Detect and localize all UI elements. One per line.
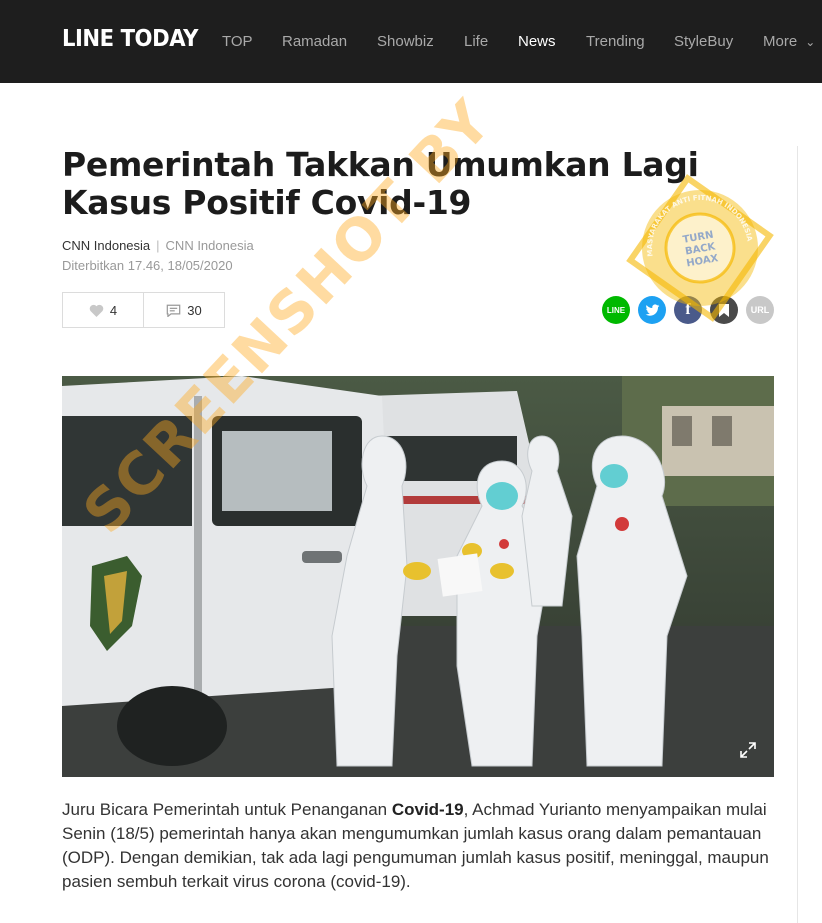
comment-icon [166, 304, 181, 317]
seal-word-2: BACK [684, 241, 717, 257]
publish-date: Diterbitkan 17.46, 18/05/2020 [62, 258, 233, 273]
nav-item-ramadan[interactable]: Ramadan [282, 33, 347, 50]
nav-item-more[interactable]: More ⌄ [763, 33, 815, 50]
expand-image-icon[interactable] [740, 742, 756, 758]
share-facebook-button[interactable]: f [674, 296, 702, 324]
comment-count: 30 [187, 302, 202, 318]
nav-item-news[interactable]: News [518, 33, 556, 50]
nav-item-top[interactable]: TOP [222, 33, 253, 50]
url-icon: URL [750, 305, 770, 315]
comment-button[interactable]: 30 [143, 293, 224, 327]
line-icon: LINE [606, 305, 626, 315]
article-photo-illustration [62, 376, 774, 777]
facebook-icon: f [685, 301, 691, 318]
like-count: 4 [109, 302, 118, 318]
seal-word-1: TURN [682, 230, 714, 246]
copy-url-button[interactable]: URL [746, 296, 774, 324]
reaction-bar: 4 30 [62, 292, 225, 328]
nav-item-trending[interactable]: Trending [586, 33, 645, 50]
seal-word-3: HOAX [686, 253, 720, 269]
sidebar-divider [797, 146, 798, 923]
bookmark-button[interactable] [710, 296, 738, 324]
article-source[interactable]: CNN Indonesia [62, 238, 150, 253]
like-button[interactable]: 4 [63, 293, 143, 327]
body-text-before: Juru Bicara Pemerintah untuk Penanganan [62, 800, 392, 819]
article-source-line: CNN Indonesia | CNN Indonesia [62, 238, 254, 253]
nav-item-showbiz[interactable]: Showbiz [377, 33, 434, 50]
nav-item-life[interactable]: Life [464, 33, 488, 50]
twitter-icon [645, 303, 659, 316]
article-title: Pemerintah Takkan Umumkan Lagi Kasus Pos… [62, 145, 699, 222]
chevron-down-icon: ⌄ [805, 35, 816, 49]
article-body-paragraph: Juru Bicara Pemerintah untuk Penanganan … [62, 798, 774, 894]
heart-icon [89, 304, 104, 317]
nav-more-label: More [763, 33, 798, 50]
nav-item-stylebuy[interactable]: StyleBuy [674, 33, 733, 50]
top-navigation-bar: LINE TODAY TOP Ramadan Showbiz Life News… [0, 0, 822, 83]
article-source-secondary: CNN Indonesia [165, 238, 254, 253]
bookmark-icon [719, 303, 729, 317]
line-today-logo[interactable]: LINE TODAY [62, 26, 198, 52]
source-separator: | [156, 238, 160, 253]
share-twitter-button[interactable] [638, 296, 666, 324]
share-line-button[interactable]: LINE [602, 296, 630, 324]
article-photo [62, 376, 774, 777]
body-keyword-link[interactable]: Covid-19 [392, 800, 464, 819]
